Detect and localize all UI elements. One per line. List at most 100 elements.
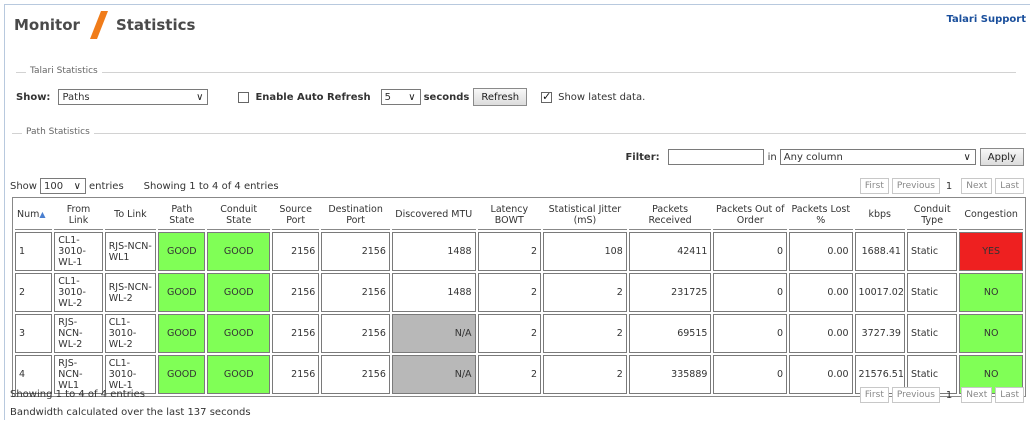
cell-latency-bowt: 2	[477, 355, 542, 394]
cell-conduit-state: GOOD	[207, 314, 270, 353]
column-select[interactable]: Any column ∨	[779, 149, 976, 165]
breadcrumb-separator-icon	[89, 10, 108, 40]
cell-source-port: 2156	[271, 314, 320, 353]
cell-kbps: 3727.39	[854, 314, 905, 353]
show-latest-checkbox[interactable]	[541, 90, 553, 103]
chevron-down-icon: ∨	[408, 92, 416, 103]
cell-to-link: RJS-NCN-WL-2	[104, 273, 157, 312]
cell-packets-out-of-order: 0	[713, 273, 788, 312]
cell-path-state: GOOD	[158, 232, 206, 271]
chevron-down-icon: ∨	[73, 181, 81, 192]
pager-current-page[interactable]: 1	[946, 181, 952, 192]
column-header[interactable]: Conduit Type	[906, 200, 958, 230]
pager-last-button[interactable]: Last	[995, 178, 1024, 194]
show-latest-label: Show latest data.	[558, 91, 646, 103]
pagination-bottom: First Previous 1 Next Last	[857, 387, 1024, 403]
cell-discovered-mtu: N/A	[391, 355, 476, 394]
cell-path-state: GOOD	[158, 314, 206, 353]
cell-conduit-type: Static	[906, 232, 958, 271]
cell-jitter: 2	[543, 273, 627, 312]
cell-jitter: 108	[543, 232, 627, 271]
breadcrumb-monitor[interactable]: Monitor	[14, 16, 80, 34]
cell-packets-received: 42411	[628, 232, 712, 271]
filter-input[interactable]	[667, 149, 764, 165]
apply-button[interactable]: Apply	[979, 148, 1024, 166]
cell-destination-port: 2156	[321, 273, 390, 312]
cell-packets-received: 69515	[628, 314, 712, 353]
cell-packets-out-of-order: 0	[713, 232, 788, 271]
column-header[interactable]: From Link	[54, 200, 103, 230]
cell-latency-bowt: 2	[477, 314, 542, 353]
column-header[interactable]: Packets Received	[628, 200, 712, 230]
cell-latency-bowt: 2	[477, 232, 542, 271]
column-header[interactable]: Discovered MTU	[391, 200, 476, 230]
pager-previous-button[interactable]: Previous	[891, 387, 940, 403]
column-header[interactable]: Source Port	[271, 200, 320, 230]
cell-path-state: GOOD	[158, 355, 206, 394]
chevron-down-icon: ∨	[196, 92, 204, 103]
column-header[interactable]: Packets Lost %	[789, 200, 853, 230]
cell-jitter: 2	[543, 314, 627, 353]
seconds-label: seconds	[423, 91, 470, 103]
column-header[interactable]: Destination Port	[321, 200, 390, 230]
pager-current-page[interactable]: 1	[946, 390, 952, 401]
path-statistics-table: Num▲ From Link To Link Path State Condui…	[12, 197, 1026, 397]
cell-jitter: 2	[543, 355, 627, 394]
cell-source-port: 2156	[271, 273, 320, 312]
cell-from-link: CL1-3010-WL-2	[54, 273, 103, 312]
table-header-row: Num▲ From Link To Link Path State Condui…	[15, 200, 1023, 230]
cell-conduit-state: GOOD	[207, 232, 270, 271]
cell-packets-lost: 0.00	[789, 355, 853, 394]
column-header[interactable]: Num▲	[15, 200, 53, 230]
cell-from-link: CL1-3010-WL-1	[54, 232, 103, 271]
column-header[interactable]: Latency BOWT	[477, 200, 542, 230]
cell-packets-lost: 0.00	[789, 273, 853, 312]
cell-conduit-type: Static	[906, 273, 958, 312]
support-link[interactable]: Talari Support	[946, 14, 1026, 25]
cell-kbps: 10017.02	[854, 273, 905, 312]
entries-select[interactable]: 100 ∨	[39, 178, 86, 194]
seconds-select[interactable]: 5 ∨	[380, 89, 421, 105]
in-label: in	[767, 151, 777, 163]
column-header[interactable]: kbps	[854, 200, 905, 230]
pager-next-button[interactable]: Next	[961, 387, 993, 403]
showing-info-top: Showing 1 to 4 of 4 entries	[143, 180, 279, 192]
column-header[interactable]: Packets Out of Order	[713, 200, 788, 230]
refresh-button[interactable]: Refresh	[473, 88, 528, 106]
cell-destination-port: 2156	[321, 314, 390, 353]
cell-packets-received: 231725	[628, 273, 712, 312]
column-select-value: Any column	[783, 151, 843, 163]
column-header[interactable]: Statistical Jitter (mS)	[543, 200, 627, 230]
cell-kbps: 1688.41	[854, 232, 905, 271]
table-row: 3 RJS-NCN-WL-2 CL1-3010-WL-2 GOOD GOOD 2…	[15, 314, 1023, 353]
cell-discovered-mtu: N/A	[391, 314, 476, 353]
page-title: Statistics	[115, 16, 196, 34]
column-header[interactable]: Congestion	[959, 200, 1023, 230]
column-header[interactable]: To Link	[104, 200, 157, 230]
pager-first-button[interactable]: First	[859, 178, 889, 194]
auto-refresh-checkbox[interactable]	[238, 91, 250, 103]
cell-packets-out-of-order: 0	[713, 314, 788, 353]
cell-packets-received: 335889	[628, 355, 712, 394]
page-header: Monitor Statistics	[14, 10, 195, 40]
show-select[interactable]: Paths ∨	[58, 89, 209, 105]
column-header[interactable]: Conduit State	[207, 200, 270, 230]
filter-controls: Filter: in Any column ∨ Apply	[625, 148, 1024, 166]
entries-show-label: Show	[10, 180, 37, 192]
entries-select-value: 100	[43, 180, 64, 192]
entries-label: entries	[88, 180, 124, 192]
cell-num: 1	[15, 232, 53, 271]
seconds-select-value: 5	[384, 91, 391, 103]
cell-from-link: RJS-NCN-WL-2	[54, 314, 103, 353]
table-row: 2 CL1-3010-WL-2 RJS-NCN-WL-2 GOOD GOOD 2…	[15, 273, 1023, 312]
cell-discovered-mtu: 1488	[391, 273, 476, 312]
pager-first-button[interactable]: First	[859, 387, 889, 403]
cell-num: 3	[15, 314, 53, 353]
pager-previous-button[interactable]: Previous	[891, 178, 940, 194]
cell-num: 2	[15, 273, 53, 312]
path-statistics-legend: Path Statistics	[22, 127, 94, 137]
entries-control: Show 100 ∨ entries Showing 1 to 4 of 4 e…	[10, 178, 279, 194]
column-header[interactable]: Path State	[158, 200, 206, 230]
pager-last-button[interactable]: Last	[995, 387, 1024, 403]
pager-next-button[interactable]: Next	[961, 178, 993, 194]
